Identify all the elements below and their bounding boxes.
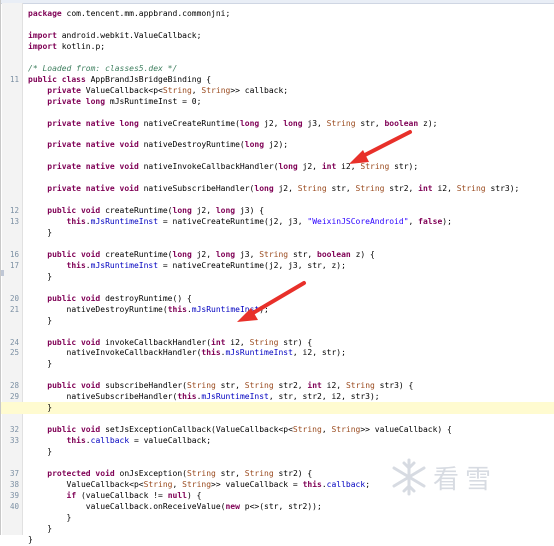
watermark: 看雪: [389, 455, 549, 501]
snowflake-icon: [392, 458, 426, 496]
watermark-text: 看雪: [433, 465, 498, 495]
code-line[interactable]: }: [1, 534, 554, 546]
arrow-1: [349, 130, 412, 164]
code-editor[interactable]: package com.tencent.mm.appbrand.commonjn…: [0, 0, 554, 544]
code-token: }: [28, 534, 33, 544]
code-text: }: [28, 534, 33, 546]
arrow-2: [237, 281, 306, 322]
